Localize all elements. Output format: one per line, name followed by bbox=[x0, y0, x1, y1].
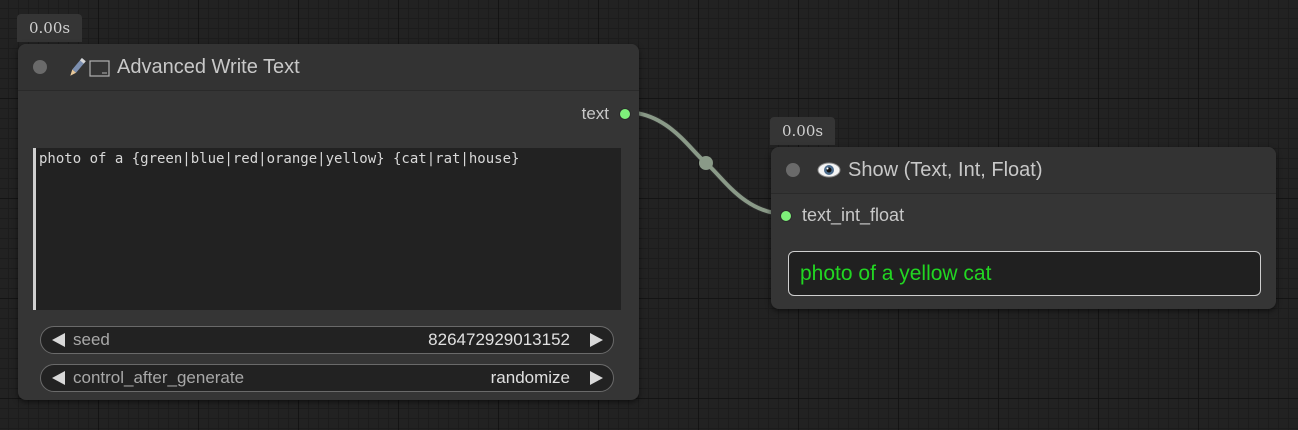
seed-value[interactable]: 826472929013152 bbox=[428, 330, 570, 350]
node2-time-badge: 0.00s bbox=[770, 117, 836, 145]
control-label: control_after_generate bbox=[73, 368, 245, 387]
output-slot-text[interactable]: text bbox=[582, 104, 631, 124]
decrement-arrow-icon[interactable] bbox=[52, 333, 65, 347]
node1-time-badge: 0.00s bbox=[17, 14, 83, 42]
collapse-toggle[interactable] bbox=[786, 163, 800, 177]
show-text-node[interactable]: Show (Text, Int, Float) text_int_float p… bbox=[771, 147, 1276, 309]
link-midpoint bbox=[699, 156, 713, 170]
decrement-arrow-icon[interactable] bbox=[52, 371, 65, 385]
text-input-area[interactable]: photo of a {green|blue|red|orange|yellow… bbox=[33, 148, 621, 310]
control-value[interactable]: randomize bbox=[491, 368, 570, 388]
control-after-generate-widget[interactable]: control_after_generate randomize bbox=[40, 364, 614, 392]
increment-arrow-icon[interactable] bbox=[590, 371, 603, 385]
node1-title-bar[interactable]: Advanced Write Text bbox=[18, 44, 639, 91]
increment-arrow-icon[interactable] bbox=[590, 333, 603, 347]
pen-icon bbox=[63, 54, 111, 80]
advanced-write-text-node[interactable]: Advanced Write Text text photo of a {gre… bbox=[18, 44, 639, 400]
collapse-toggle[interactable] bbox=[33, 60, 47, 74]
input-connector-dot[interactable] bbox=[780, 209, 792, 222]
output-connector-dot[interactable] bbox=[619, 108, 631, 120]
seed-label: seed bbox=[73, 330, 110, 349]
display-text: photo of a yellow cat bbox=[800, 261, 992, 285]
node2-title: Show (Text, Int, Float) bbox=[848, 158, 1043, 181]
seed-widget[interactable]: seed 826472929013152 bbox=[40, 326, 614, 354]
input-slot-text-int-float[interactable]: text_int_float bbox=[780, 205, 904, 226]
node1-title: Advanced Write Text bbox=[117, 55, 300, 78]
input-label: text_int_float bbox=[802, 205, 905, 225]
eye-icon bbox=[816, 160, 842, 180]
output-label: text bbox=[581, 104, 609, 123]
display-output-box: photo of a yellow cat bbox=[788, 251, 1261, 296]
node2-title-bar[interactable]: Show (Text, Int, Float) bbox=[771, 147, 1276, 194]
